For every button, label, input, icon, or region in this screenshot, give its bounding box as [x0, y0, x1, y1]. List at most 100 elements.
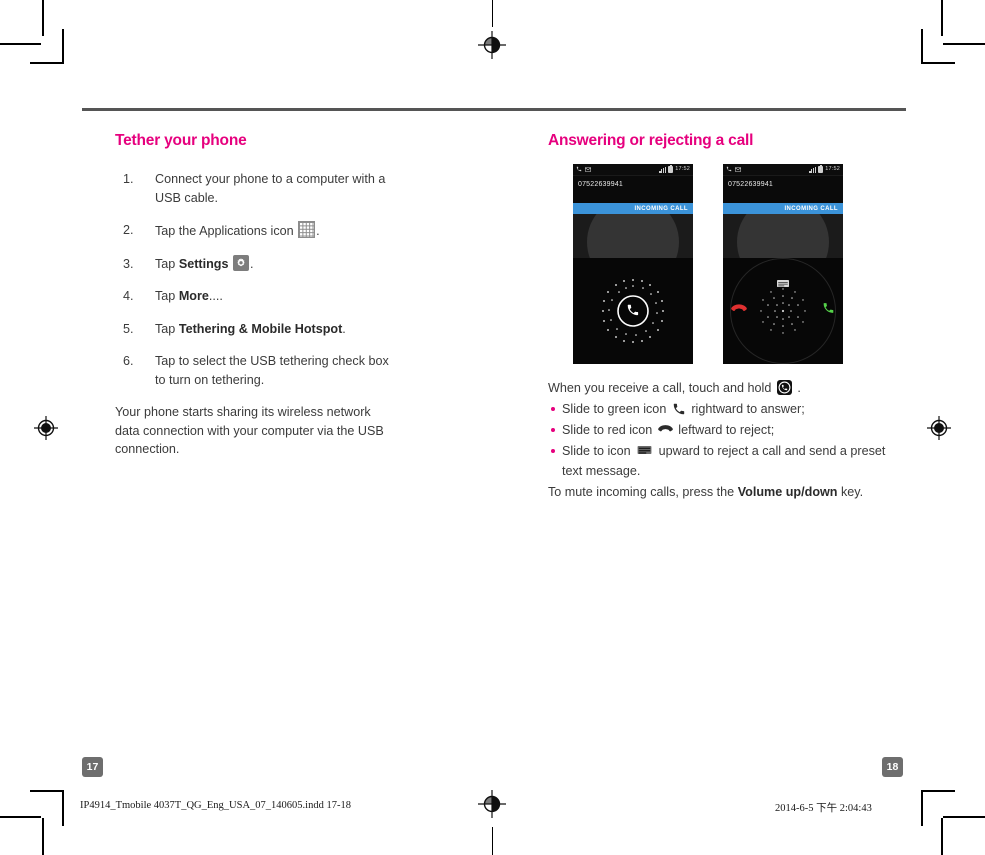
list-item: Slide to green icon rightward to answer;	[548, 400, 908, 419]
red-end-call-icon	[657, 425, 673, 432]
crop-mark-tl-corner-h	[30, 62, 64, 64]
lead-text-before: When you receive a call, touch and hold	[548, 381, 775, 395]
status-time: 17:52	[675, 166, 690, 172]
list-item: Slide to icon upward to reject a call an…	[548, 442, 908, 480]
phone-handset-icon	[602, 279, 664, 343]
mute-text-before: To mute incoming calls, press the	[548, 484, 738, 499]
tether-result-paragraph: Your phone starts sharing its wireless n…	[115, 405, 384, 456]
registration-target-left	[32, 414, 60, 442]
step-bold-settings: Settings	[178, 256, 229, 271]
crop-mark-bl-corner-v	[62, 790, 64, 826]
settings-gear-icon	[233, 254, 249, 271]
answer-lead-text: When you receive a call, touch and hold …	[548, 379, 908, 398]
left-column: Tether your phone 1. Connect your phone …	[115, 132, 390, 459]
crop-mark-tr-corner-h	[921, 62, 955, 64]
list-item: Slide to red icon leftward to reject;	[548, 421, 908, 440]
step-bold-tethering: Tethering & Mobile Hotspot	[178, 321, 343, 336]
crop-mark-bl-v	[42, 818, 44, 855]
phone-icon	[726, 166, 732, 172]
step-bold-more: More	[178, 289, 209, 303]
phone-screenshot-actions: 17:52 07522639941 INCOMING CALL	[723, 164, 843, 364]
step-text: Tap	[155, 256, 179, 271]
crop-mark-br-corner-v	[921, 790, 923, 826]
crop-mark-br-h	[943, 816, 985, 818]
green-handset-icon	[673, 403, 685, 415]
manual-page-spread: Tether your phone 1. Connect your phone …	[0, 0, 985, 855]
crop-mark-br-v	[941, 818, 943, 855]
header-rule	[82, 108, 906, 111]
status-right-icons: 17:52	[659, 164, 690, 174]
message-reject-icon	[637, 446, 652, 455]
step-text-tail: .	[316, 224, 320, 238]
status-time: 17:52	[825, 166, 840, 172]
phone-screenshot-locked: 17:52 07522639941 INCOMING CALL	[573, 164, 693, 364]
list-item: 1. Connect your phone to a computer with…	[115, 170, 390, 207]
crop-mark-tl-h	[0, 43, 41, 45]
list-item: 5. Tap Tethering & Mobile Hotspot.	[115, 320, 390, 339]
mute-text-after: key.	[837, 484, 864, 499]
call-action-bullets: Slide to green icon rightward to answer;…	[548, 400, 908, 481]
signal-bars-icon	[659, 166, 667, 173]
lead-text-after: .	[793, 381, 801, 395]
incoming-call-banner: INCOMING CALL	[573, 203, 693, 214]
crop-mark-tr-h	[943, 43, 985, 45]
status-bar: 17:52	[723, 164, 843, 176]
incoming-call-banner: INCOMING CALL	[723, 203, 843, 214]
hold-phone-icon	[776, 380, 792, 395]
page-number-right: 18	[882, 757, 903, 777]
message-icon	[585, 166, 591, 172]
step-text: Tap the Applications icon	[155, 224, 298, 238]
step-text: Tap to select the USB tethering check bo…	[155, 354, 389, 387]
crop-mark-br-corner-h	[921, 790, 955, 792]
message-icon	[735, 166, 741, 172]
fold-mark-bottom	[492, 827, 494, 855]
step-text-tail: .	[250, 256, 254, 271]
battery-icon	[818, 164, 824, 173]
right-column: Answering or rejecting a call 17:52 0752…	[548, 132, 908, 502]
caller-number: 07522639941	[578, 181, 624, 188]
crop-mark-tl-corner-v	[62, 29, 64, 64]
bullet-text-after: rightward to answer;	[687, 402, 805, 417]
message-reject-icon	[777, 275, 790, 293]
footer-timestamp: 2014-6-5 下午 2:04:43	[775, 803, 872, 814]
registration-target-bottom	[478, 790, 506, 818]
apps-grid-icon	[298, 221, 316, 238]
signal-bars-icon	[809, 166, 817, 173]
step-text: Tap	[155, 289, 179, 303]
red-end-call-icon	[731, 304, 747, 311]
step-number: 6.	[123, 354, 134, 368]
step-text-tail: .	[342, 321, 346, 336]
step-text: Tap	[155, 321, 179, 336]
bullet-text-after: leftward to reject;	[674, 423, 775, 438]
bullet-text-before: Slide to red icon	[562, 423, 656, 438]
battery-icon	[668, 164, 674, 173]
status-right-icons: 17:52	[809, 164, 840, 174]
crop-mark-bl-h	[0, 816, 41, 818]
step-number: 1.	[123, 172, 134, 186]
list-item: 4. Tap More....	[115, 287, 390, 306]
status-bar: 17:52	[573, 164, 693, 176]
fold-mark-top	[492, 0, 494, 27]
crop-mark-bl-corner-h	[30, 790, 64, 792]
step-text: Connect your phone to a computer with a …	[155, 172, 386, 205]
call-action-area	[573, 258, 693, 364]
status-left-icons	[726, 166, 741, 172]
call-action-area	[723, 258, 843, 364]
step-text-tail: ....	[208, 289, 223, 303]
status-left-icons	[576, 166, 591, 172]
crop-mark-tr-corner-v	[921, 29, 923, 64]
list-item: 6. Tap to select the USB tethering check…	[115, 352, 390, 389]
step-number: 3.	[123, 256, 134, 271]
bullet-text-before: Slide to green icon	[562, 402, 670, 417]
caller-number: 07522639941	[728, 181, 774, 188]
step-number: 4.	[123, 289, 134, 303]
tether-steps-list: 1. Connect your phone to a computer with…	[115, 170, 390, 389]
step-number: 5.	[123, 321, 134, 336]
phone-icon	[576, 166, 582, 172]
phone-screenshots: 17:52 07522639941 INCOMING CALL 17:52 07…	[548, 164, 908, 369]
registration-target-top	[478, 31, 506, 59]
crop-mark-tr-v	[941, 0, 943, 36]
page-title-answering: Answering or rejecting a call	[548, 132, 754, 149]
green-handset-icon	[823, 303, 834, 313]
registration-target-right	[925, 414, 953, 442]
